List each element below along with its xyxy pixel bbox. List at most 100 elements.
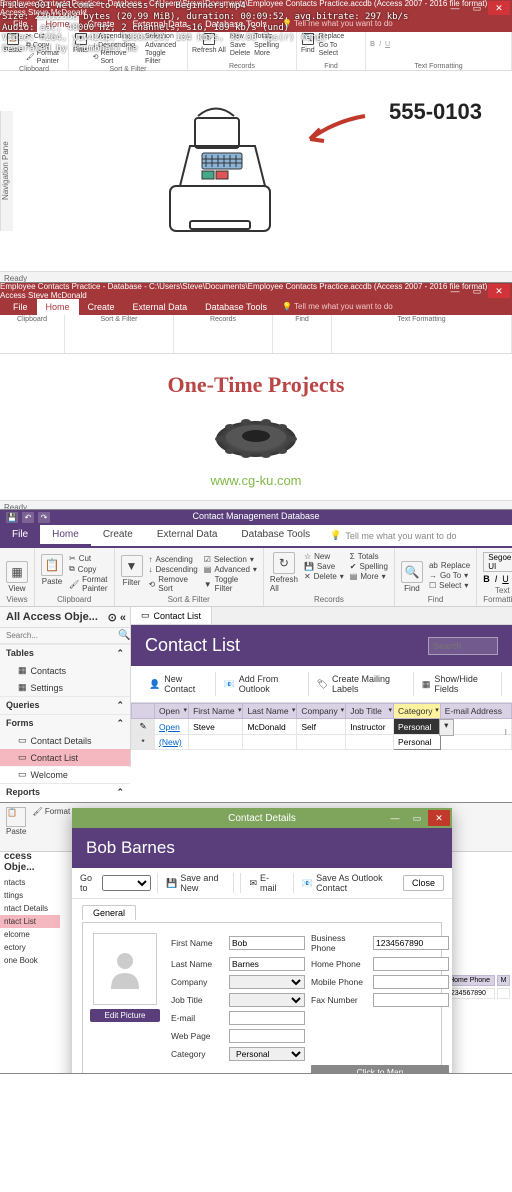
category-select[interactable]: Personal — [229, 1047, 305, 1061]
nav-item[interactable]: ntact Details — [0, 902, 60, 915]
refresh-all-button[interactable]: ↻Refresh All — [270, 552, 298, 593]
font-name-select[interactable]: Segoe UI — [483, 552, 512, 572]
close-form-button[interactable]: Close — [403, 875, 444, 891]
nav-header[interactable]: ccess Obje... — [0, 848, 60, 876]
nav-item-welcome[interactable]: ▭ Welcome — [0, 766, 130, 783]
create-mailing-labels-button[interactable]: 🏷 Create Mailing Labels — [309, 672, 414, 696]
table-row-new[interactable]: * (New) Personal — [132, 735, 512, 750]
delete-button[interactable]: ✕ Delete ▾ — [304, 572, 344, 581]
select-button[interactable]: ☐ Select ▾ — [429, 581, 470, 590]
paste-button[interactable]: 📋Paste — [41, 554, 63, 586]
fax-input[interactable] — [373, 993, 449, 1007]
job-title-select[interactable] — [229, 993, 305, 1007]
edit-picture-button[interactable]: Edit Picture — [90, 1009, 160, 1022]
open-link[interactable]: Open — [159, 722, 180, 732]
save-outlook-button[interactable]: 📧 Save As Outlook Contact — [293, 873, 403, 893]
nav-group-tables[interactable]: Tables⌃ — [0, 644, 130, 662]
copy-button[interactable]: ⧉ Copy — [69, 564, 108, 574]
row-selector[interactable]: ✎ — [132, 719, 155, 735]
goto-select[interactable] — [102, 875, 151, 891]
qat-undo-icon[interactable]: ↶ — [22, 512, 34, 523]
nav-item-contact-list[interactable]: ▭ Contact List — [0, 749, 130, 766]
col-m[interactable]: M — [497, 975, 510, 986]
nav-item-contact-details[interactable]: ▭ Contact Details — [0, 732, 130, 749]
col-first-name[interactable]: First Name▾ — [189, 704, 243, 719]
add-from-outlook-button[interactable]: 📧 Add From Outlook — [216, 672, 309, 696]
maximize-button[interactable]: ▭ — [406, 810, 428, 826]
row-selector-new[interactable]: * — [132, 735, 155, 750]
italic-button[interactable]: I — [495, 574, 498, 584]
nav-item[interactable]: one Book — [0, 954, 60, 967]
col-email[interactable]: E-mail Address — [440, 704, 511, 719]
col-category[interactable]: Category▾ — [393, 704, 440, 719]
new-contact-button[interactable]: 👤 New Contact — [141, 672, 216, 696]
goto-button[interactable]: → Go To ▾ — [429, 571, 470, 580]
show-hide-fields-button[interactable]: ▦ Show/Hide Fields — [414, 672, 502, 696]
first-name-input[interactable] — [229, 936, 305, 950]
tab-external-data[interactable]: External Data — [124, 299, 197, 315]
cell-company[interactable]: Self — [297, 719, 346, 735]
tab-create[interactable]: Create — [79, 299, 124, 315]
col-last-name[interactable]: Last Name▾ — [243, 704, 297, 719]
format-painter-button[interactable]: 🖌 Format Painter — [69, 575, 108, 593]
web-page-input[interactable] — [229, 1029, 305, 1043]
minimize-button[interactable]: — — [444, 284, 466, 298]
cell-job-title[interactable]: Instructor — [346, 719, 394, 735]
navigation-pane-collapsed[interactable]: Navigation Pane — [0, 111, 13, 231]
form-search-input[interactable] — [428, 637, 498, 655]
home-phone-input[interactable] — [373, 957, 449, 971]
close-button[interactable]: ✕ — [428, 810, 450, 826]
more-button[interactable]: ▤ More ▾ — [350, 572, 388, 581]
email-button[interactable]: ✉ E-mail — [240, 873, 286, 893]
close-button[interactable]: ✕ — [488, 1, 510, 15]
category-dropdown-option[interactable]: Personal — [393, 735, 440, 750]
nav-group-queries[interactable]: Queries⌃ — [0, 696, 130, 714]
tell-me[interactable]: 💡 Tell me what you want to do — [276, 299, 399, 315]
nav-item[interactable]: ntacts — [0, 876, 60, 889]
tab-general[interactable]: General — [82, 905, 136, 920]
spelling-button[interactable]: ✔ Spelling — [350, 562, 388, 571]
paste-button[interactable]: 📋Paste — [6, 807, 26, 847]
maximize-button[interactable]: ▭ — [466, 284, 488, 298]
save-button[interactable]: 💾 Save — [304, 562, 344, 571]
nav-item[interactable]: ectory — [0, 941, 60, 954]
maximize-button[interactable]: ▭ — [466, 1, 488, 15]
underline-button[interactable]: U — [502, 574, 509, 584]
toggle-filter-button[interactable]: ▼ Toggle Filter — [204, 575, 257, 593]
save-and-new-button[interactable]: 💾 Save and New — [157, 873, 234, 893]
nav-group-reports[interactable]: Reports⌃ — [0, 783, 130, 801]
qat-save-icon[interactable]: 💾 — [6, 512, 18, 523]
tab-home[interactable]: Home — [37, 299, 79, 315]
close-button[interactable]: ✕ — [488, 284, 510, 298]
tab-contact-list[interactable]: ▭ Contact List — [131, 607, 212, 624]
advanced-button[interactable]: ▤ Advanced ▾ — [204, 565, 257, 574]
tell-me[interactable]: 💡Tell me what you want to do — [322, 525, 464, 546]
last-name-input[interactable] — [229, 957, 305, 971]
nav-item-settings[interactable]: ▦ Settings — [0, 679, 130, 696]
nav-item[interactable]: elcome — [0, 928, 60, 941]
tab-home[interactable]: Home — [40, 525, 91, 546]
nav-item[interactable]: ttings — [0, 889, 60, 902]
totals-button[interactable]: Σ Totals — [350, 552, 388, 561]
picture-placeholder[interactable] — [93, 933, 157, 1005]
ascending-button[interactable]: ↑ Ascending — [149, 555, 198, 564]
tab-database-tools[interactable]: Database Tools — [196, 299, 276, 315]
tab-database-tools[interactable]: Database Tools — [229, 525, 322, 546]
selection-button[interactable]: ☑ Selection ▾ — [204, 555, 257, 564]
nav-item-contacts[interactable]: ▦ Contacts — [0, 662, 130, 679]
nav-group-forms[interactable]: Forms⌃ — [0, 714, 130, 732]
email-input[interactable] — [229, 1011, 305, 1025]
remove-sort-button[interactable]: ⟲ Remove Sort — [149, 575, 198, 593]
cell-email[interactable]: I — [440, 719, 511, 735]
table-row[interactable]: ✎ Open Steve McDonald Self Instructor Pe… — [132, 719, 512, 735]
mobile-phone-input[interactable] — [373, 975, 449, 989]
tab-file[interactable]: File — [0, 525, 40, 546]
nav-pane-header[interactable]: All Access Obje... ⊙ « — [0, 607, 130, 628]
filter-button[interactable]: ▼Filter — [121, 555, 143, 587]
new-row-placeholder[interactable]: (New) — [159, 737, 182, 747]
nav-search[interactable]: 🔍 — [0, 628, 130, 644]
tab-create[interactable]: Create — [91, 525, 145, 546]
cell-first-name[interactable]: Steve — [189, 719, 243, 735]
cut-button[interactable]: ✂ Cut — [69, 554, 108, 563]
cell-category[interactable]: Personal▾ — [393, 719, 440, 735]
